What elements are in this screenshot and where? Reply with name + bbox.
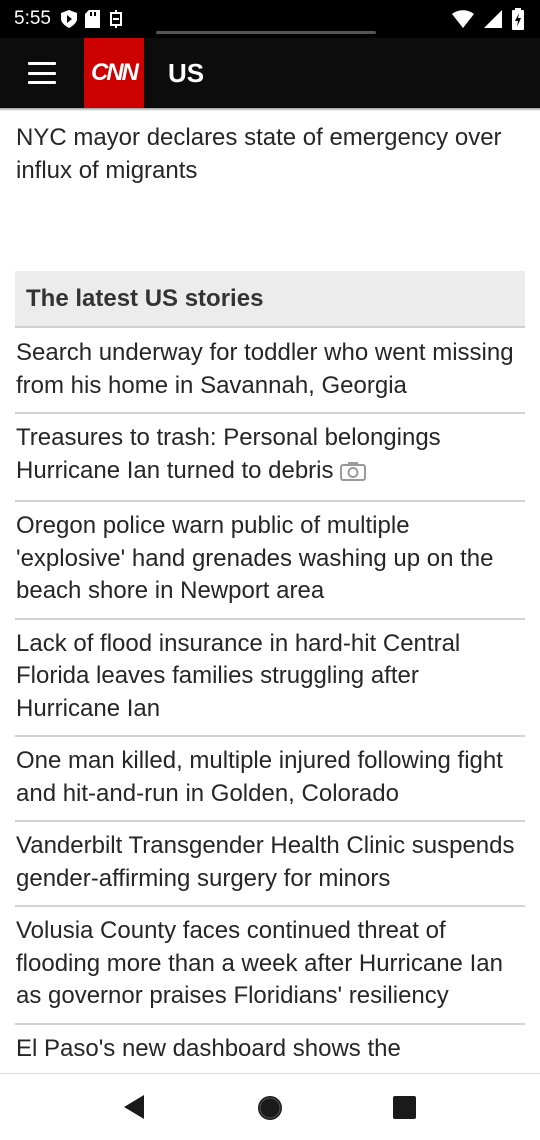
story-title[interactable]: Oregon police warn public of multiple 'e… <box>16 512 494 604</box>
shield-play-icon <box>60 10 77 28</box>
story-title[interactable]: Treasures to trash: Personal belongings … <box>16 424 441 484</box>
section-header-title: The latest US stories <box>26 284 264 312</box>
story-list: Search underway for toddler who went mis… <box>15 329 525 1073</box>
story-link[interactable]: One man killed, multiple injured followi… <box>15 737 525 822</box>
story-link[interactable]: Volusia County faces continued threat of… <box>15 907 525 1025</box>
section-title: US <box>168 57 205 88</box>
screen-rotate-icon <box>108 10 124 28</box>
status-bar-indicator <box>156 31 376 34</box>
battery-charging-icon <box>512 8 524 30</box>
recents-icon[interactable] <box>393 1096 416 1124</box>
cnn-logo[interactable]: CNN <box>84 38 144 108</box>
app-header: CNN US <box>0 38 540 108</box>
system-icons <box>452 8 524 30</box>
sd-card-icon <box>84 10 100 28</box>
story-title[interactable]: Vanderbilt Transgender Health Clinic sus… <box>16 832 515 892</box>
story-title[interactable]: Volusia County faces continued threat of… <box>16 917 503 1009</box>
back-icon[interactable] <box>122 1094 146 1125</box>
menu-icon[interactable] <box>28 62 56 84</box>
story-link[interactable]: El Paso's new dashboard shows the <box>15 1025 525 1074</box>
home-icon[interactable] <box>256 1094 284 1127</box>
story-title[interactable]: Lack of flood insurance in hard-hit Cent… <box>16 630 460 722</box>
article-content[interactable]: NYC mayor declares state of emergency ov… <box>0 111 540 1073</box>
camera-icon <box>339 458 366 491</box>
system-nav-bar <box>0 1074 540 1140</box>
lead-headline-link[interactable]: NYC mayor declares state of emergency ov… <box>16 121 524 187</box>
section-header: The latest US stories <box>15 271 525 328</box>
story-title[interactable]: Search underway for toddler who went mis… <box>16 339 514 399</box>
status-time: 5:55 <box>14 8 51 29</box>
story-link[interactable]: Vanderbilt Transgender Health Clinic sus… <box>15 822 525 907</box>
notification-icons <box>60 10 124 28</box>
story-title[interactable]: El Paso's new dashboard shows the <box>16 1035 401 1062</box>
story-link[interactable]: Search underway for toddler who went mis… <box>15 329 525 414</box>
wifi-icon <box>452 10 474 28</box>
cell-signal-icon <box>484 10 502 28</box>
story-title[interactable]: One man killed, multiple injured followi… <box>16 747 503 807</box>
story-link[interactable]: Lack of flood insurance in hard-hit Cent… <box>15 620 525 737</box>
status-left: 5:55 <box>14 8 124 30</box>
story-link[interactable]: Oregon police warn public of multiple 'e… <box>15 502 525 620</box>
status-bar: 5:55 <box>0 0 540 38</box>
story-link[interactable]: Treasures to trash: Personal belongings … <box>15 414 525 502</box>
